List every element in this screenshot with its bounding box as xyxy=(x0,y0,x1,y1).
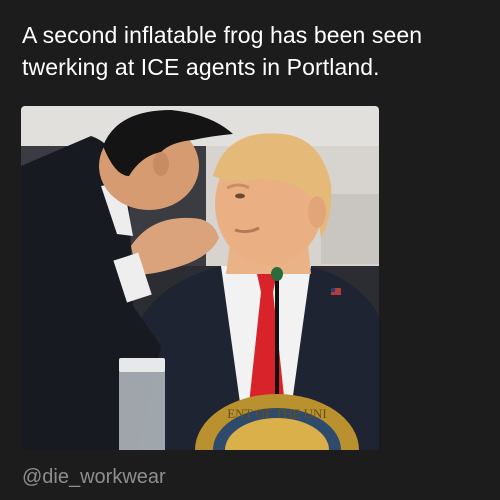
microphone-icon xyxy=(271,267,283,281)
glass-lid xyxy=(119,358,165,372)
seal-text: ENT OF THE UNI xyxy=(227,406,327,421)
water-glass xyxy=(119,362,165,450)
post-photo[interactable]: ENT OF THE UNI xyxy=(21,106,379,450)
creator-handle[interactable]: @die_workwear xyxy=(22,467,166,487)
post-caption: A second inflatable frog has been seen t… xyxy=(22,22,423,80)
meme-post: A second inflatable frog has been seen t… xyxy=(0,0,500,500)
photo-illustration: ENT OF THE UNI xyxy=(21,106,379,450)
